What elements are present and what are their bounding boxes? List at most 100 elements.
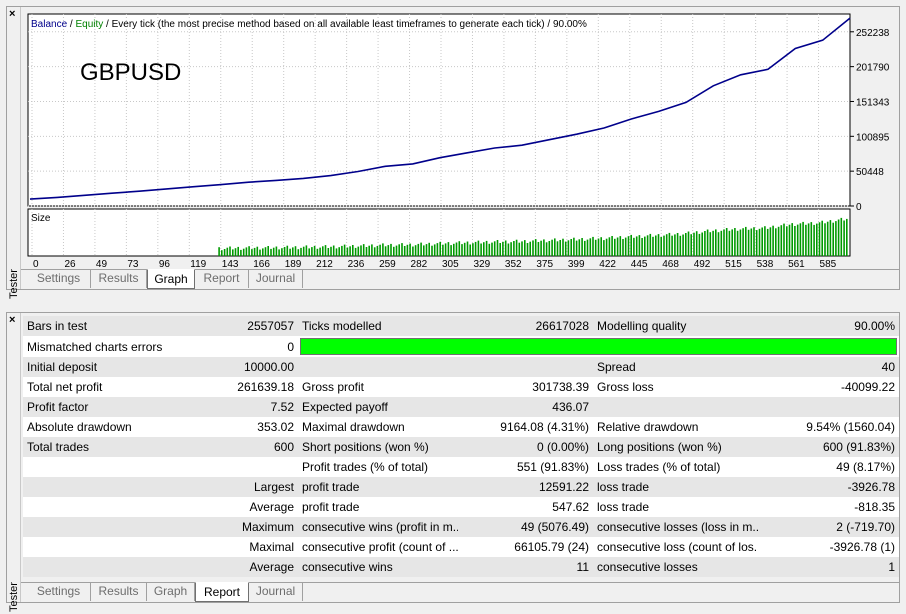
tab-journal[interactable]: Journal <box>249 269 303 288</box>
report-col2-value: 0 (0.00%) <box>458 437 593 457</box>
report-col3-value: 90.00% <box>758 316 899 336</box>
size-bar <box>477 240 480 256</box>
report-tab-bar: Settings Results Graph Report Journal <box>21 582 899 602</box>
size-bar <box>709 232 712 256</box>
size-bar <box>393 246 395 256</box>
size-bar <box>237 246 239 256</box>
tab-graph[interactable]: Graph <box>147 269 195 289</box>
size-bar <box>308 248 310 256</box>
size-bar <box>775 228 777 256</box>
report-col1-label <box>23 457 173 477</box>
y-tick-label: 252238 <box>856 28 890 39</box>
report-col2-value <box>458 357 593 377</box>
report-table: Bars in test 2557057 Ticks modelled 2661702… <box>23 316 899 577</box>
size-bar <box>725 228 728 256</box>
close-icon[interactable]: × <box>9 314 15 326</box>
tab-results[interactable]: Results <box>91 582 147 601</box>
size-bar <box>581 238 583 256</box>
size-bar <box>695 231 698 256</box>
y-tick-label: 50448 <box>856 167 884 178</box>
report-row: Maximum consecutive wins (profit in m... 4… <box>23 517 899 537</box>
report-row: Absolute drawdown 353.02 Maximal drawdown 9… <box>23 417 899 437</box>
report-col3-label: loss trade <box>593 497 758 517</box>
size-bar <box>463 242 466 256</box>
size-bar <box>584 240 586 256</box>
size-bar <box>693 232 695 256</box>
report-row: Average consecutive wins 11 consecutive los… <box>23 557 899 577</box>
size-bar <box>327 248 330 256</box>
tab-journal[interactable]: Journal <box>249 582 303 601</box>
size-bar <box>286 245 289 256</box>
report-col2-value: 547.62 <box>458 497 593 517</box>
size-bar <box>332 245 335 256</box>
report-row: Bars in test 2557057 Ticks modelled 2661702… <box>23 316 899 336</box>
size-bar <box>502 241 504 256</box>
size-bar <box>567 240 570 256</box>
size-bar <box>641 238 643 256</box>
size-bar <box>262 248 264 256</box>
size-bar <box>807 223 810 256</box>
report-col3-value: -818.35 <box>758 497 899 517</box>
report-col2-label <box>298 357 458 377</box>
report-col2-label: Ticks modelled <box>298 316 458 336</box>
size-bar <box>534 239 537 256</box>
size-bar <box>559 240 561 256</box>
size-bar <box>346 247 349 256</box>
size-bar <box>649 233 652 256</box>
graph-panel: × Tester 0 26 49 73 96 119 143 166 189 212 236 259 2… <box>6 6 900 299</box>
report-col1-label: Bars in test <box>23 316 173 336</box>
size-bar <box>586 239 589 256</box>
size-bar <box>343 244 346 256</box>
size-bar <box>496 240 499 256</box>
tab-settings[interactable]: Settings <box>27 269 91 288</box>
size-bar <box>818 222 821 256</box>
size-bar <box>739 229 742 256</box>
size-bar <box>679 235 682 256</box>
report-col1-label: Total trades <box>23 437 173 457</box>
report-col1-label <box>23 557 173 577</box>
report-label: Mismatched charts errors <box>23 336 173 357</box>
size-bar <box>480 243 482 256</box>
size-bar <box>349 246 351 256</box>
size-bar <box>545 242 548 256</box>
tab-results[interactable]: Results <box>91 269 147 288</box>
size-bar <box>362 244 365 256</box>
report-row: Initial deposit 10000.00 Spread 40 <box>23 357 899 377</box>
report-row: Maximal consecutive profit (count of ... 6… <box>23 537 899 557</box>
size-bar <box>433 244 436 256</box>
size-bar <box>611 236 613 256</box>
size-bar <box>614 238 616 256</box>
size-bar <box>633 237 635 256</box>
size-bar <box>794 226 796 256</box>
size-bar <box>371 244 373 256</box>
tab-graph[interactable]: Graph <box>147 582 195 601</box>
size-bar <box>379 244 381 256</box>
size-bar <box>816 223 818 256</box>
size-bar <box>518 242 521 256</box>
report-col1-value <box>173 457 298 477</box>
close-icon[interactable]: × <box>9 8 15 20</box>
size-bar <box>682 234 684 256</box>
size-bar <box>289 248 291 256</box>
tab-report[interactable]: Report <box>195 269 249 288</box>
size-bar <box>657 234 660 256</box>
report-col3-value: 600 (91.83%) <box>758 437 899 457</box>
size-bar <box>655 235 657 256</box>
report-col3-label: consecutive loss (count of los... <box>593 537 758 557</box>
tab-settings[interactable]: Settings <box>27 582 91 601</box>
size-bar <box>715 229 717 256</box>
size-bar <box>354 247 357 256</box>
size-bar <box>526 243 529 256</box>
size-bar <box>543 239 545 256</box>
size-bar <box>420 242 422 256</box>
legend-quality: / 90.00% <box>545 19 587 30</box>
size-bar <box>319 247 321 256</box>
size-bar <box>745 226 747 256</box>
tab-report[interactable]: Report <box>195 582 249 602</box>
size-bar <box>685 233 687 256</box>
report-col2-value: 551 (91.83%) <box>458 457 593 477</box>
report-value: 0 <box>173 336 298 357</box>
size-bar <box>786 226 788 256</box>
size-bar <box>638 235 641 256</box>
report-col3-value: 40 <box>758 357 899 377</box>
